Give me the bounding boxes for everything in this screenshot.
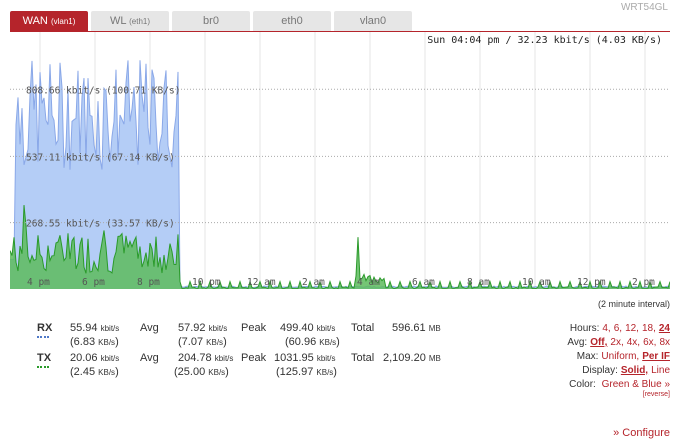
hours-option[interactable]: 12, — [625, 323, 639, 334]
avg-option[interactable]: 4x, — [627, 337, 640, 348]
grid-label: 537.11 kbit/s (67.14 KB/s) — [26, 152, 175, 163]
tx-avg: 204.78 — [178, 352, 212, 364]
rx-label: RX — [37, 322, 53, 334]
tx-current-kb: 2.45 — [73, 366, 96, 378]
tab-wan[interactable]: WAN (vlan1) — [10, 11, 88, 31]
tab-br0[interactable]: br0 — [172, 11, 250, 31]
avg-option[interactable]: 6x, — [643, 337, 656, 348]
grid-label: 268.55 kbit/s (33.57 KB/s) — [26, 219, 175, 230]
unit: KB/s — [208, 368, 226, 377]
display-option[interactable]: Line — [651, 365, 670, 376]
unit: KB/s — [316, 368, 334, 377]
max-label: Max: — [576, 351, 599, 362]
avg-option[interactable]: 2x, — [610, 337, 623, 348]
device-name: WRT54GL — [620, 2, 668, 13]
reverse-link[interactable]: [reverse] — [643, 391, 670, 398]
rx-total: 596.61 — [392, 322, 426, 334]
avg-row: Avg: Off, 2x, 4x, 6x, 8x — [567, 337, 670, 348]
tx-total: 2,109.20 — [383, 352, 426, 364]
bandwidth-graph: 808.66 kbit/s (100.71 KB/s) 537.11 kbit/s… — [10, 31, 670, 291]
total-label: Total — [351, 322, 375, 334]
peak-label: Peak — [241, 352, 267, 364]
hours-option[interactable]: 18, — [642, 323, 656, 334]
display-option[interactable]: Solid, — [621, 365, 648, 376]
traffic-stats: RX 55.94 kbit/s (6.83 KB/s) Avg 57.92 kb… — [37, 322, 441, 378]
graph-canvas: 808.66 kbit/s (100.71 KB/s) 537.11 kbit/s… — [10, 32, 670, 290]
tab-wl[interactable]: WL (eth1) — [91, 11, 169, 31]
display-row: Display: Solid, Line — [582, 365, 670, 376]
tab-label: br0 — [203, 15, 219, 27]
time-label: 4 pm — [27, 277, 50, 288]
rx-peak-kb: 60.96 — [288, 336, 317, 348]
rx-peak: 499.40 — [280, 322, 314, 334]
tx-avg-kb: 25.00 — [177, 366, 206, 378]
tab-eth0[interactable]: eth0 — [253, 11, 331, 31]
color-label: Color: — [569, 379, 596, 390]
time-label: 8 pm — [137, 277, 160, 288]
hours-row: Hours: 4, 6, 12, 18, 24 — [570, 323, 670, 334]
hours-option[interactable]: 24 — [659, 323, 670, 334]
unit: KB/s — [206, 338, 224, 347]
hours-option[interactable]: 6, — [614, 323, 622, 334]
tab-sub: (eth1) — [129, 17, 151, 26]
rx-current-kb: 6.83 — [73, 336, 96, 348]
unit: KB/s — [98, 368, 116, 377]
peak-label: Peak — [241, 322, 267, 334]
max-option[interactable]: Uniform, — [601, 351, 639, 362]
time-label: 10 am — [522, 277, 551, 288]
avg-option-label: Avg: — [567, 337, 588, 348]
time-label: 12 pm — [577, 277, 606, 288]
unit: kbit/s — [316, 354, 336, 363]
time-label: 10 pm — [192, 277, 221, 288]
rx-avg: 57.92 — [178, 322, 206, 334]
display-label: Display: — [582, 365, 618, 376]
time-label: 2 am — [302, 277, 325, 288]
unit: kbit/s — [100, 354, 120, 363]
tab-label: WL — [109, 15, 127, 27]
tx-label: TX — [37, 352, 52, 364]
tx-legend-swatch — [37, 366, 49, 368]
color-row: Color: Green & Blue » — [569, 379, 670, 390]
avg-label: Avg — [140, 322, 159, 334]
tab-vlan0[interactable]: vlan0 — [334, 11, 412, 31]
avg-option[interactable]: Off, — [590, 337, 607, 348]
unit: KB/s — [98, 338, 116, 347]
tab-label: vlan0 — [359, 15, 387, 27]
configure-link[interactable]: » Configure — [613, 427, 670, 439]
time-label: 2 pm — [632, 277, 655, 288]
unit: MB — [428, 354, 441, 363]
time-label: 12 am — [247, 277, 276, 288]
tx-peak-kb: 125.97 — [279, 366, 314, 378]
graph-status: Sun 04:04 pm / 32.23 kbit/s (4.03 KB/s) — [427, 35, 662, 46]
avg-label: Avg — [140, 352, 159, 364]
max-option[interactable]: Per IF — [642, 351, 670, 362]
max-row: Max: Uniform, Per IF — [577, 351, 670, 362]
interval-note: (2 minute interval) — [597, 299, 670, 309]
color-option[interactable]: Green & Blue » — [602, 379, 670, 390]
rx-avg-kb: 7.07 — [181, 336, 204, 348]
hours-label: Hours: — [569, 323, 600, 334]
tab-label: eth0 — [281, 15, 303, 27]
total-label: Total — [351, 352, 375, 364]
time-label: 6 pm — [82, 277, 105, 288]
avg-option[interactable]: 8x — [659, 337, 670, 348]
unit: KB/s — [319, 338, 337, 347]
tx-peak: 1031.95 — [274, 352, 314, 364]
time-label: 6 am — [412, 277, 435, 288]
time-label: 4 am — [357, 277, 380, 288]
unit: kbit/s — [316, 324, 336, 333]
unit: kbit/s — [100, 324, 120, 333]
unit: kbit/s — [208, 324, 228, 333]
tab-sub: (vlan1) — [50, 17, 76, 26]
rx-legend-swatch — [37, 336, 49, 338]
unit: kbit/s — [214, 354, 234, 363]
tx-current: 20.06 — [70, 352, 98, 364]
tab-label: WAN — [22, 15, 48, 27]
time-label: 8 am — [467, 277, 490, 288]
unit: MB — [428, 324, 441, 333]
rx-current: 55.94 — [70, 322, 98, 334]
hours-option[interactable]: 4, — [602, 323, 610, 334]
grid-label: 808.66 kbit/s (100.71 KB/s) — [26, 85, 180, 96]
